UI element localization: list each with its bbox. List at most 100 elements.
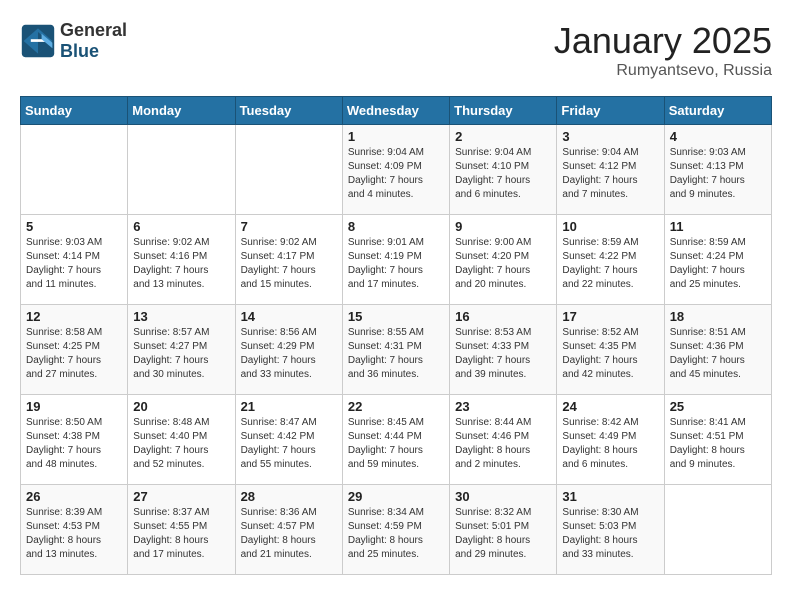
day-number: 24 xyxy=(562,399,658,414)
day-info: Sunrise: 8:58 AM Sunset: 4:25 PM Dayligh… xyxy=(26,326,122,382)
calendar-cell xyxy=(21,125,128,215)
day-info: Sunrise: 8:36 AM Sunset: 4:57 PM Dayligh… xyxy=(241,506,337,562)
calendar-cell: 23 Sunrise: 8:44 AM Sunset: 4:46 PM Dayli… xyxy=(450,395,557,485)
day-info: Sunrise: 8:56 AM Sunset: 4:29 PM Dayligh… xyxy=(241,326,337,382)
dow-header: Saturday xyxy=(664,97,771,125)
day-number: 6 xyxy=(133,219,229,234)
day-info: Sunrise: 9:04 AM Sunset: 4:09 PM Dayligh… xyxy=(348,146,444,202)
calendar-cell: 19 Sunrise: 8:50 AM Sunset: 4:38 PM Dayli… xyxy=(21,395,128,485)
day-number: 22 xyxy=(348,399,444,414)
calendar-cell: 25 Sunrise: 8:41 AM Sunset: 4:51 PM Dayli… xyxy=(664,395,771,485)
day-info: Sunrise: 9:01 AM Sunset: 4:19 PM Dayligh… xyxy=(348,236,444,292)
day-number: 19 xyxy=(26,399,122,414)
calendar-cell: 20 Sunrise: 8:48 AM Sunset: 4:40 PM Dayli… xyxy=(128,395,235,485)
calendar-cell: 29 Sunrise: 8:34 AM Sunset: 4:59 PM Dayli… xyxy=(342,485,449,575)
logo-icon xyxy=(20,23,56,59)
dow-header: Tuesday xyxy=(235,97,342,125)
day-number: 12 xyxy=(26,309,122,324)
day-info: Sunrise: 8:34 AM Sunset: 4:59 PM Dayligh… xyxy=(348,506,444,562)
logo-text-general: General xyxy=(60,20,127,40)
calendar-cell: 28 Sunrise: 8:36 AM Sunset: 4:57 PM Dayli… xyxy=(235,485,342,575)
day-number: 18 xyxy=(670,309,766,324)
day-info: Sunrise: 8:42 AM Sunset: 4:49 PM Dayligh… xyxy=(562,416,658,472)
day-number: 31 xyxy=(562,489,658,504)
calendar-cell xyxy=(128,125,235,215)
page-header: General Blue January 2025 Rumyantsevo, R… xyxy=(20,20,772,80)
dow-header: Sunday xyxy=(21,97,128,125)
calendar-cell: 7Sunrise: 9:02 AM Sunset: 4:17 PM Daylig… xyxy=(235,215,342,305)
calendar-cell: 10Sunrise: 8:59 AM Sunset: 4:22 PM Dayli… xyxy=(557,215,664,305)
calendar-cell: 31 Sunrise: 8:30 AM Sunset: 5:03 PM Dayli… xyxy=(557,485,664,575)
day-info: Sunrise: 9:03 AM Sunset: 4:13 PM Dayligh… xyxy=(670,146,766,202)
calendar-cell: 26 Sunrise: 8:39 AM Sunset: 4:53 PM Dayli… xyxy=(21,485,128,575)
calendar-title: January 2025 xyxy=(554,20,772,62)
day-number: 11 xyxy=(670,219,766,234)
calendar-week-row: 1 Sunrise: 9:04 AM Sunset: 4:09 PM Daylig… xyxy=(21,125,772,215)
calendar-cell: 15Sunrise: 8:55 AM Sunset: 4:31 PM Dayli… xyxy=(342,305,449,395)
day-number: 5 xyxy=(26,219,122,234)
day-info: Sunrise: 8:45 AM Sunset: 4:44 PM Dayligh… xyxy=(348,416,444,472)
dow-header: Monday xyxy=(128,97,235,125)
day-info: Sunrise: 8:57 AM Sunset: 4:27 PM Dayligh… xyxy=(133,326,229,382)
dow-header: Thursday xyxy=(450,97,557,125)
calendar-subtitle: Rumyantsevo, Russia xyxy=(554,62,772,80)
calendar-week-row: 19 Sunrise: 8:50 AM Sunset: 4:38 PM Dayli… xyxy=(21,395,772,485)
calendar-cell: 5 Sunrise: 9:03 AM Sunset: 4:14 PM Daylig… xyxy=(21,215,128,305)
day-number: 28 xyxy=(241,489,337,504)
day-number: 13 xyxy=(133,309,229,324)
day-number: 15 xyxy=(348,309,444,324)
calendar-cell: 9 Sunrise: 9:00 AM Sunset: 4:20 PM Daylig… xyxy=(450,215,557,305)
day-info: Sunrise: 9:03 AM Sunset: 4:14 PM Dayligh… xyxy=(26,236,122,292)
day-number: 9 xyxy=(455,219,551,234)
day-info: Sunrise: 8:51 AM Sunset: 4:36 PM Dayligh… xyxy=(670,326,766,382)
day-number: 7 xyxy=(241,219,337,234)
calendar-cell xyxy=(235,125,342,215)
calendar-cell: 13 Sunrise: 8:57 AM Sunset: 4:27 PM Dayli… xyxy=(128,305,235,395)
calendar-cell: 4 Sunrise: 9:03 AM Sunset: 4:13 PM Daylig… xyxy=(664,125,771,215)
calendar-week-row: 12 Sunrise: 8:58 AM Sunset: 4:25 PM Dayli… xyxy=(21,305,772,395)
day-info: Sunrise: 8:59 AM Sunset: 4:24 PM Dayligh… xyxy=(670,236,766,292)
calendar-cell: 22 Sunrise: 8:45 AM Sunset: 4:44 PM Dayli… xyxy=(342,395,449,485)
day-info: Sunrise: 8:39 AM Sunset: 4:53 PM Dayligh… xyxy=(26,506,122,562)
day-number: 17 xyxy=(562,309,658,324)
day-number: 29 xyxy=(348,489,444,504)
day-number: 30 xyxy=(455,489,551,504)
day-number: 26 xyxy=(26,489,122,504)
day-info: Sunrise: 8:30 AM Sunset: 5:03 PM Dayligh… xyxy=(562,506,658,562)
calendar-cell: 12 Sunrise: 8:58 AM Sunset: 4:25 PM Dayli… xyxy=(21,305,128,395)
day-info: Sunrise: 8:44 AM Sunset: 4:46 PM Dayligh… xyxy=(455,416,551,472)
logo: General Blue xyxy=(20,20,127,62)
day-info: Sunrise: 8:48 AM Sunset: 4:40 PM Dayligh… xyxy=(133,416,229,472)
calendar-cell: 27 Sunrise: 8:37 AM Sunset: 4:55 PM Dayli… xyxy=(128,485,235,575)
day-info: Sunrise: 8:41 AM Sunset: 4:51 PM Dayligh… xyxy=(670,416,766,472)
day-info: Sunrise: 9:04 AM Sunset: 4:12 PM Dayligh… xyxy=(562,146,658,202)
day-number: 2 xyxy=(455,129,551,144)
day-info: Sunrise: 8:47 AM Sunset: 4:42 PM Dayligh… xyxy=(241,416,337,472)
day-info: Sunrise: 9:00 AM Sunset: 4:20 PM Dayligh… xyxy=(455,236,551,292)
day-number: 27 xyxy=(133,489,229,504)
calendar-cell: 24 Sunrise: 8:42 AM Sunset: 4:49 PM Dayli… xyxy=(557,395,664,485)
days-of-week-row: SundayMondayTuesdayWednesdayThursdayFrid… xyxy=(21,97,772,125)
day-info: Sunrise: 8:50 AM Sunset: 4:38 PM Dayligh… xyxy=(26,416,122,472)
day-number: 23 xyxy=(455,399,551,414)
title-block: January 2025 Rumyantsevo, Russia xyxy=(554,20,772,80)
calendar-week-row: 26 Sunrise: 8:39 AM Sunset: 4:53 PM Dayli… xyxy=(21,485,772,575)
day-info: Sunrise: 8:37 AM Sunset: 4:55 PM Dayligh… xyxy=(133,506,229,562)
calendar-week-row: 5 Sunrise: 9:03 AM Sunset: 4:14 PM Daylig… xyxy=(21,215,772,305)
calendar-cell xyxy=(664,485,771,575)
calendar-body: 1 Sunrise: 9:04 AM Sunset: 4:09 PM Daylig… xyxy=(21,125,772,575)
logo-text-blue: Blue xyxy=(60,41,99,61)
day-info: Sunrise: 9:02 AM Sunset: 4:16 PM Dayligh… xyxy=(133,236,229,292)
day-info: Sunrise: 9:04 AM Sunset: 4:10 PM Dayligh… xyxy=(455,146,551,202)
day-number: 25 xyxy=(670,399,766,414)
calendar-cell: 8Sunrise: 9:01 AM Sunset: 4:19 PM Daylig… xyxy=(342,215,449,305)
day-info: Sunrise: 8:32 AM Sunset: 5:01 PM Dayligh… xyxy=(455,506,551,562)
day-number: 4 xyxy=(670,129,766,144)
calendar-cell: 11 Sunrise: 8:59 AM Sunset: 4:24 PM Dayli… xyxy=(664,215,771,305)
day-number: 20 xyxy=(133,399,229,414)
day-info: Sunrise: 8:53 AM Sunset: 4:33 PM Dayligh… xyxy=(455,326,551,382)
calendar-cell: 1 Sunrise: 9:04 AM Sunset: 4:09 PM Daylig… xyxy=(342,125,449,215)
calendar-cell: 2 Sunrise: 9:04 AM Sunset: 4:10 PM Daylig… xyxy=(450,125,557,215)
day-number: 1 xyxy=(348,129,444,144)
dow-header: Wednesday xyxy=(342,97,449,125)
